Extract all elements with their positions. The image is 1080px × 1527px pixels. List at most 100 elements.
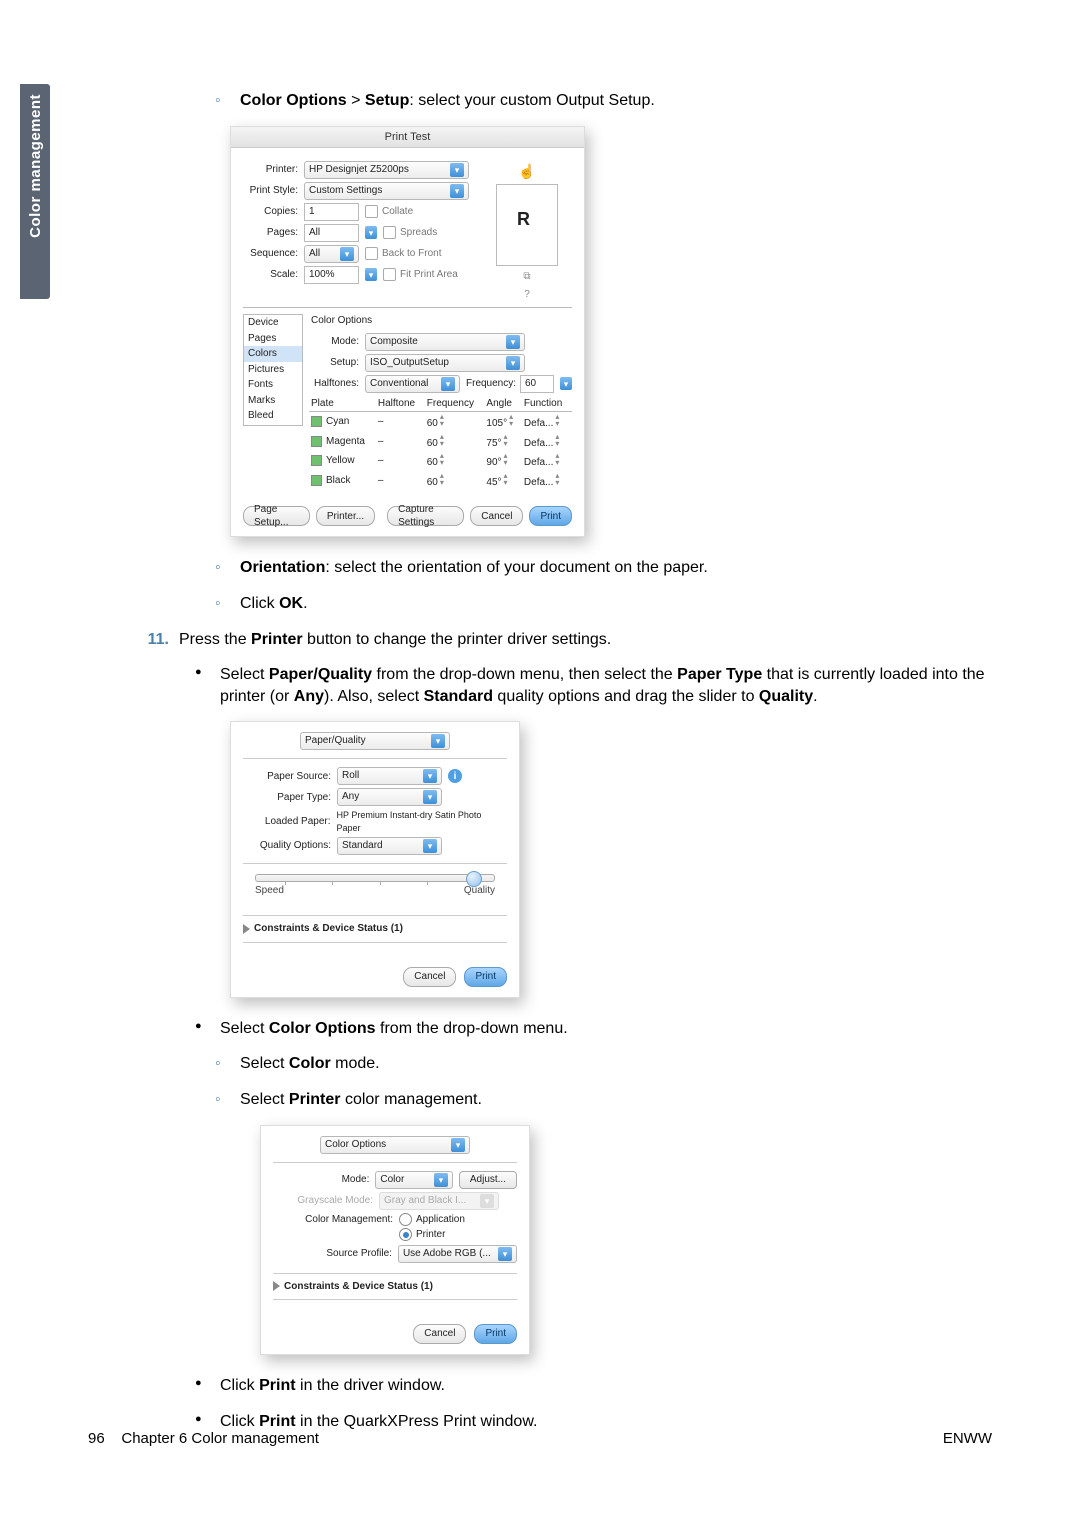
select-printer-cm-line: Select Printer color management. — [215, 1089, 990, 1111]
loaded-paper-value: HP Premium Instant-dry Satin Photo Paper — [337, 809, 507, 833]
table-row[interactable]: Magenta–60▴▾75°▴▾Defa...▴▾ — [309, 432, 572, 452]
label: Loaded Paper: — [243, 815, 331, 829]
chevron-down-icon: ▾ — [450, 184, 464, 198]
copies-input[interactable]: 1 — [304, 203, 359, 221]
paper-source-select[interactable]: Roll▾ — [337, 767, 442, 785]
table-row[interactable]: Black–60▴▾45°▴▾Defa...▴▾ — [309, 471, 572, 491]
stepper-icon[interactable]: ▾ — [560, 377, 572, 390]
list-item[interactable]: Layers — [244, 424, 302, 427]
label: Halftones: — [309, 377, 359, 391]
chevron-down-icon: ▾ — [434, 1173, 448, 1187]
info-icon[interactable]: i — [448, 769, 462, 783]
capture-settings-button[interactable]: Capture Settings — [387, 506, 464, 526]
list-item[interactable]: Marks — [244, 393, 302, 409]
list-item[interactable]: Pages — [244, 331, 302, 347]
col-header: Halftone — [376, 396, 425, 412]
chevron-down-icon: ▾ — [423, 839, 437, 853]
chevron-down-icon: ▾ — [340, 247, 354, 261]
table-row[interactable]: Yellow–60▴▾90°▴▾Defa...▴▾ — [309, 451, 572, 471]
stepper-icon[interactable]: ▾ — [365, 226, 377, 239]
label: Sequence: — [243, 247, 298, 261]
frequency-input[interactable]: 60 — [520, 375, 554, 393]
dlg1-sidebar[interactable]: Device Pages Colors Pictures Fonts Marks… — [243, 314, 303, 426]
chevron-down-icon: ▾ — [480, 1194, 494, 1208]
label: Quality Options: — [243, 839, 331, 853]
label: Grayscale Mode: — [273, 1194, 373, 1208]
print-button[interactable]: Print — [464, 967, 507, 987]
click-print-driver-line: Click Print in the driver window. — [195, 1375, 990, 1397]
printer-select[interactable]: HP Designjet Z5200ps▾ — [304, 161, 469, 179]
list-item[interactable]: Pictures — [244, 362, 302, 378]
col-header: Plate — [309, 396, 376, 412]
cm-application-radio[interactable]: Application — [399, 1213, 465, 1227]
intro-line: Color Options > Setup: select your custo… — [215, 90, 990, 112]
list-item[interactable]: Bleed — [244, 408, 302, 424]
cancel-button[interactable]: Cancel — [403, 967, 456, 987]
label: Color Management: — [273, 1213, 393, 1227]
quality-select[interactable]: Standard▾ — [337, 837, 442, 855]
chevron-down-icon: ▾ — [423, 769, 437, 783]
print-button[interactable]: Print — [529, 506, 572, 526]
footer-brand: ENWW — [943, 1430, 992, 1447]
source-profile-select[interactable]: Use Adobe RGB (...▾ — [398, 1245, 517, 1263]
preview-question-icon[interactable]: ? — [482, 288, 572, 302]
grayscale-mode-select: Gray and Black I...▾ — [379, 1192, 499, 1210]
cancel-button[interactable]: Cancel — [413, 1324, 466, 1344]
spreads-checkbox[interactable]: Spreads — [383, 226, 437, 240]
stepper-icon[interactable]: ▾ — [365, 268, 377, 281]
print-button[interactable]: Print — [474, 1324, 517, 1344]
constraints-disclosure[interactable]: Constraints & Device Status (1) — [273, 1280, 517, 1294]
color-mode-select[interactable]: Color▾ — [375, 1171, 452, 1189]
label: Source Profile: — [273, 1247, 392, 1261]
chevron-down-icon: ▾ — [441, 377, 455, 391]
quality-slider[interactable] — [255, 874, 495, 882]
print-style-select[interactable]: Custom Settings▾ — [304, 182, 469, 200]
collate-checkbox[interactable]: Collate — [365, 205, 413, 219]
chevron-down-icon: ▾ — [450, 163, 464, 177]
printer-button[interactable]: Printer... — [316, 506, 375, 526]
label: Paper Source: — [243, 770, 331, 784]
constraints-disclosure[interactable]: Constraints & Device Status (1) — [243, 922, 507, 936]
panel-select[interactable]: Color Options▾ — [320, 1136, 470, 1154]
step-number: 11. — [135, 629, 169, 651]
pages-input[interactable]: All — [304, 224, 359, 242]
text: Color Options — [240, 92, 347, 109]
col-header: Angle — [484, 396, 521, 412]
list-item[interactable]: Device — [244, 315, 302, 331]
panel-select[interactable]: Paper/Quality▾ — [300, 732, 450, 750]
click-ok-line: Click OK. — [215, 593, 990, 615]
label: Pages: — [243, 226, 298, 240]
fit-print-area-checkbox[interactable]: Fit Print Area — [383, 268, 458, 282]
col-header: Function — [522, 396, 572, 412]
text: Setup — [365, 92, 409, 109]
adjust-button[interactable]: Adjust... — [459, 1171, 517, 1189]
slider-knob[interactable] — [466, 871, 482, 887]
setup-select[interactable]: ISO_OutputSetup▾ — [365, 354, 525, 372]
page-footer: 96 Chapter 6 Color management ENWW — [88, 1430, 992, 1447]
page-content: Color Options > Setup: select your custo… — [135, 90, 990, 1446]
dlg1-body: Printer: HP Designjet Z5200ps▾ Print Sty… — [231, 148, 584, 501]
side-tab-text: Color management — [27, 94, 44, 238]
list-item[interactable]: Colors — [244, 346, 302, 362]
label: Frequency: — [466, 377, 514, 391]
cancel-button[interactable]: Cancel — [470, 506, 523, 526]
sequence-select[interactable]: All▾ — [304, 245, 359, 263]
triangle-right-icon — [243, 924, 250, 934]
dlg-print-test: Print Test Printer: HP Designjet Z5200ps… — [230, 126, 585, 538]
list-item[interactable]: Fonts — [244, 377, 302, 393]
halftones-select[interactable]: Conventional▾ — [365, 375, 460, 393]
scale-input[interactable]: 100% — [304, 266, 359, 284]
preview-mode-icon[interactable]: ⧉ — [482, 270, 572, 284]
paper-type-select[interactable]: Any▾ — [337, 788, 442, 806]
page-setup-button[interactable]: Page Setup... — [243, 506, 310, 526]
select-color-mode-line: Select Color mode. — [215, 1053, 990, 1075]
mode-select[interactable]: Composite▾ — [365, 333, 525, 351]
dlg-color-options: Color Options▾ Mode: Color▾ Adjust... Gr… — [260, 1125, 530, 1356]
cm-printer-radio[interactable]: Printer — [399, 1228, 465, 1242]
back-to-front-checkbox[interactable]: Back to Front — [365, 247, 441, 261]
section-label: Color Options — [309, 314, 572, 330]
table-row[interactable]: Cyan–60▴▾105°▴▾Defa...▴▾ — [309, 412, 572, 432]
step-11: 11. Press the Printer button to change t… — [135, 629, 990, 651]
chevron-down-icon: ▾ — [451, 1138, 465, 1152]
chapter-title: Chapter 6 Color management — [121, 1430, 319, 1447]
